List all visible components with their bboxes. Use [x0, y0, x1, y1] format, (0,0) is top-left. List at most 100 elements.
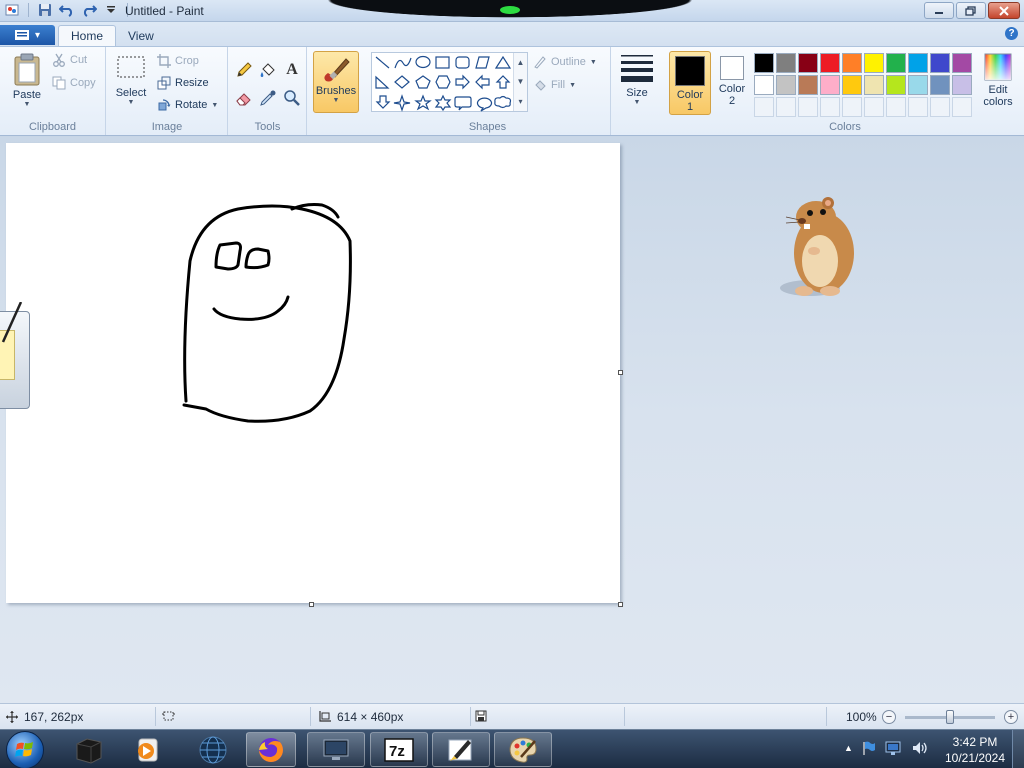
palette-color-swatch[interactable] [908, 75, 928, 95]
text-icon[interactable]: A [281, 59, 303, 81]
drawing-canvas[interactable] [6, 143, 620, 603]
black-box-app-icon[interactable] [60, 732, 118, 767]
expand-gallery-icon[interactable]: ▾ [518, 97, 522, 106]
scissors-icon [53, 53, 65, 67]
color2-button[interactable]: Color 2 [713, 56, 751, 116]
palette-color-swatch[interactable] [798, 75, 818, 95]
custom-color-slot[interactable] [798, 97, 818, 117]
zoom-out-button[interactable]: − [882, 710, 896, 724]
volume-icon[interactable] [911, 740, 929, 756]
palette-color-swatch[interactable] [886, 75, 906, 95]
monitor-app-icon[interactable] [307, 732, 365, 767]
select-button[interactable]: Select ▼ [113, 55, 149, 106]
outline-button[interactable]: Outline ▼ [533, 55, 597, 69]
triangle-shape-icon [494, 55, 512, 69]
palette-color-swatch[interactable] [776, 75, 796, 95]
save-icon[interactable] [37, 2, 53, 18]
media-player-icon[interactable] [118, 732, 176, 767]
maximize-button[interactable] [956, 2, 986, 19]
resize-button[interactable]: Resize [157, 76, 209, 90]
7zip-icon[interactable]: 7z [370, 732, 428, 767]
scroll-up-icon[interactable]: ▲ [517, 58, 525, 67]
redo-icon[interactable] [81, 2, 97, 18]
custom-color-slot[interactable] [952, 97, 972, 117]
palette-color-swatch[interactable] [842, 53, 862, 73]
customize-quick-access-icon[interactable] [103, 2, 119, 18]
custom-color-slot[interactable] [930, 97, 950, 117]
help-icon[interactable]: ? [1005, 27, 1018, 40]
cut-button[interactable]: Cut [52, 53, 87, 67]
scroll-down-icon[interactable]: ▼ [517, 77, 525, 86]
palette-color-swatch[interactable] [820, 53, 840, 73]
fill-label: Fill [551, 79, 566, 91]
separator [155, 707, 156, 726]
status-bar: 167, 262px 614 × 460px 100% − + [0, 703, 1024, 729]
shapes-scrollbar[interactable]: ▲ ▼ ▾ [513, 53, 527, 111]
palette-color-swatch[interactable] [952, 75, 972, 95]
eraser-icon[interactable] [233, 87, 255, 109]
paint-app-icon[interactable] [4, 2, 20, 18]
firefox-icon[interactable] [246, 732, 296, 767]
brushes-button[interactable]: Brushes ▼ [313, 51, 359, 113]
palette-color-swatch[interactable] [930, 53, 950, 73]
undo-icon[interactable] [59, 2, 75, 18]
copy-button[interactable]: Copy [52, 76, 96, 90]
custom-color-slot[interactable] [864, 97, 884, 117]
taskbar: 7z ▲ 3:42 PM 10/21/2024 [0, 729, 1024, 768]
resize-handle-right[interactable] [618, 370, 623, 375]
palette-color-swatch[interactable] [864, 75, 884, 95]
tab-home[interactable]: Home [58, 25, 117, 46]
crop-button[interactable]: Crop [157, 54, 199, 68]
palette-color-swatch[interactable] [754, 75, 774, 95]
custom-color-slot[interactable] [776, 97, 796, 117]
tab-view[interactable]: View [116, 25, 166, 46]
globe-app-icon[interactable] [184, 732, 242, 767]
zoom-in-button[interactable]: + [1004, 710, 1018, 724]
resize-handle-corner[interactable] [618, 602, 623, 607]
palette-color-swatch[interactable] [908, 53, 928, 73]
color-picker-icon[interactable] [257, 87, 279, 109]
custom-color-slot[interactable] [820, 97, 840, 117]
fill-button[interactable]: Fill ▼ [533, 78, 576, 92]
palette-color-swatch[interactable] [820, 75, 840, 95]
resize-handle-bottom[interactable] [309, 602, 314, 607]
palette-color-swatch[interactable] [754, 53, 774, 73]
rotate-icon [158, 99, 171, 111]
hamster-desktop-pet[interactable] [770, 193, 860, 306]
clock[interactable]: 3:42 PM 10/21/2024 [944, 734, 1006, 766]
network-icon[interactable] [885, 740, 903, 756]
custom-color-slot[interactable] [908, 97, 928, 117]
edit-colors-button[interactable]: Edit colors [976, 53, 1020, 115]
palette-color-swatch[interactable] [886, 53, 906, 73]
palette-color-swatch[interactable] [798, 53, 818, 73]
palette-color-swatch[interactable] [864, 53, 884, 73]
magnifier-icon[interactable] [281, 87, 303, 109]
palette-color-swatch[interactable] [776, 53, 796, 73]
custom-color-slot[interactable] [842, 97, 862, 117]
show-hidden-icons-icon[interactable]: ▲ [844, 743, 853, 753]
paint-palette-icon[interactable] [494, 732, 552, 767]
start-button[interactable] [6, 731, 44, 768]
action-center-flag-icon[interactable] [861, 740, 877, 756]
palette-color-swatch[interactable] [842, 75, 862, 95]
color1-button[interactable]: Color 1 [669, 51, 711, 115]
sticky-notes-gadget[interactable] [0, 302, 30, 409]
palette-color-swatch[interactable] [930, 75, 950, 95]
notepad-pen-icon[interactable] [432, 732, 490, 767]
pencil-icon[interactable] [233, 59, 255, 81]
palette-color-swatch[interactable] [952, 53, 972, 73]
paste-button[interactable]: Paste ▼ [8, 53, 46, 108]
chevron-down-icon: ▼ [589, 58, 597, 66]
right-arrow-shape-icon [455, 74, 470, 90]
paint-menu-button[interactable]: ▾ [0, 25, 55, 45]
close-button[interactable] [988, 2, 1020, 19]
custom-color-slot[interactable] [754, 97, 774, 117]
separator [28, 3, 29, 17]
minimize-button[interactable] [924, 2, 954, 19]
size-button[interactable]: Size ▼ [616, 53, 658, 106]
zoom-slider-thumb[interactable] [946, 710, 954, 724]
custom-color-slot[interactable] [886, 97, 906, 117]
show-desktop-button[interactable] [1012, 730, 1024, 768]
rotate-button[interactable]: Rotate ▼ [157, 98, 218, 112]
fill-icon[interactable] [257, 59, 279, 81]
